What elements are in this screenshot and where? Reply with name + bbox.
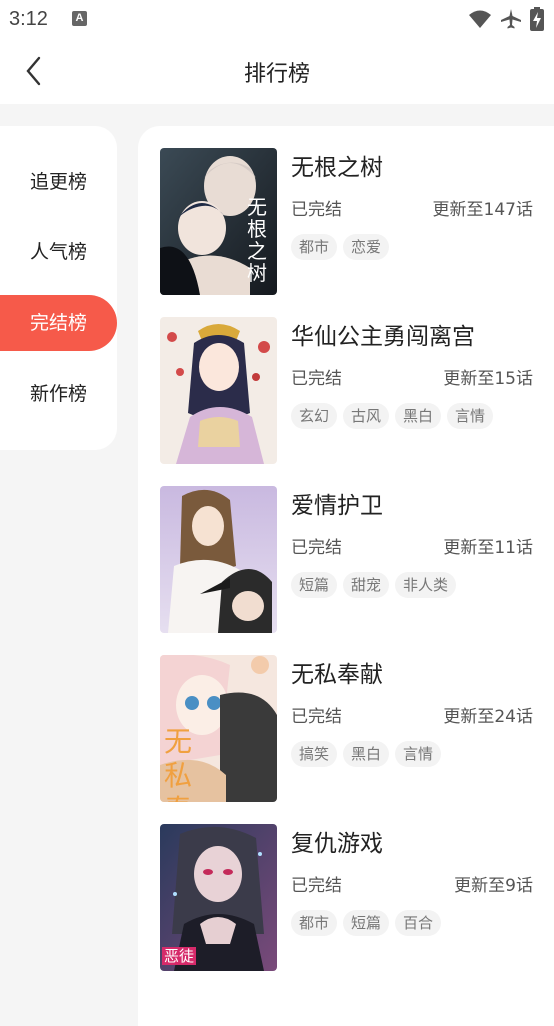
- list-item[interactable]: 恶徒 复仇游戏 已完结 更新至9话 都市 短篇 百合: [160, 824, 540, 972]
- sidebar-item-following[interactable]: 追更榜: [0, 154, 117, 210]
- status-bar: 3:12 A: [0, 0, 554, 40]
- sidebar-item-new[interactable]: 新作榜: [0, 366, 117, 422]
- cover-title-text: 无私奉献: [164, 725, 225, 802]
- notification-icon: A: [72, 11, 87, 26]
- tag-list: 搞笑 黑白 言情: [291, 741, 442, 767]
- tag-list: 都市 恋爱: [291, 234, 390, 260]
- comic-title: 爱情护卫: [291, 493, 383, 519]
- list-item[interactable]: 华仙公主勇闯离宫 已完结 更新至15话 玄幻 古风 黑白 言情: [160, 317, 540, 465]
- tag[interactable]: 短篇: [291, 572, 338, 598]
- tag[interactable]: 都市: [291, 234, 338, 260]
- tag[interactable]: 都市: [291, 910, 338, 936]
- tag[interactable]: 玄幻: [291, 403, 338, 429]
- tag[interactable]: 非人类: [395, 572, 457, 598]
- status-time: 3:12: [9, 8, 48, 30]
- tag[interactable]: 百合: [395, 910, 442, 936]
- comic-title: 无私奉献: [291, 662, 383, 688]
- sidebar-item-popular[interactable]: 人气榜: [0, 224, 117, 280]
- completion-status: 已完结: [291, 707, 342, 727]
- page-title: 排行榜: [243, 62, 310, 87]
- tag-list: 玄幻 古风 黑白 言情: [291, 403, 494, 429]
- latest-episode: 更新至11话: [443, 538, 533, 558]
- latest-episode: 更新至9话: [454, 876, 533, 896]
- cover-title-text: 无根之树: [247, 195, 267, 285]
- comic-title: 华仙公主勇闯离宫: [291, 324, 475, 350]
- tag[interactable]: 黑白: [395, 403, 442, 429]
- completion-status: 已完结: [291, 876, 342, 896]
- tag[interactable]: 搞笑: [291, 741, 338, 767]
- tag[interactable]: 言情: [395, 741, 442, 767]
- tag[interactable]: 甜宠: [343, 572, 390, 598]
- sidebar-item-completed[interactable]: 完结榜: [0, 295, 117, 351]
- list-item[interactable]: 无根之树 无根之树 已完结 更新至147话 都市 恋爱: [160, 148, 540, 296]
- cover-image: [160, 486, 277, 633]
- latest-episode: 更新至24话: [443, 707, 533, 727]
- tag[interactable]: 恋爱: [343, 234, 390, 260]
- ranking-sidebar: 追更榜 人气榜 完结榜 新作榜: [0, 126, 117, 450]
- list-item[interactable]: 爱情护卫 已完结 更新至11话 短篇 甜宠 非人类: [160, 486, 540, 634]
- top-bar: 3:12 A 排行榜: [0, 0, 554, 104]
- cover-image: [160, 317, 277, 464]
- completion-status: 已完结: [291, 369, 342, 389]
- battery-charging-icon: [530, 7, 544, 31]
- status-icons: [468, 6, 544, 32]
- cover-image: 无私奉献: [160, 655, 277, 802]
- tag-list: 都市 短篇 百合: [291, 910, 442, 936]
- tag-list: 短篇 甜宠 非人类: [291, 572, 457, 598]
- cover-title-text: 恶徒: [162, 947, 197, 965]
- tag[interactable]: 短篇: [343, 910, 390, 936]
- airplane-icon: [501, 9, 521, 29]
- list-item[interactable]: 无私奉献 无私奉献 已完结 更新至24话 搞笑 黑白 言情: [160, 655, 540, 803]
- latest-episode: 更新至147话: [432, 200, 533, 220]
- comic-title: 复仇游戏: [291, 831, 383, 857]
- tag[interactable]: 言情: [447, 403, 494, 429]
- comic-title: 无根之树: [291, 155, 383, 181]
- cover-image: 无根之树: [160, 148, 277, 295]
- tag[interactable]: 古风: [343, 403, 390, 429]
- completion-status: 已完结: [291, 538, 342, 558]
- cover-image: 恶徒: [160, 824, 277, 971]
- completion-status: 已完结: [291, 200, 342, 220]
- wifi-icon: [469, 10, 491, 28]
- tag[interactable]: 黑白: [343, 741, 390, 767]
- latest-episode: 更新至15话: [443, 369, 533, 389]
